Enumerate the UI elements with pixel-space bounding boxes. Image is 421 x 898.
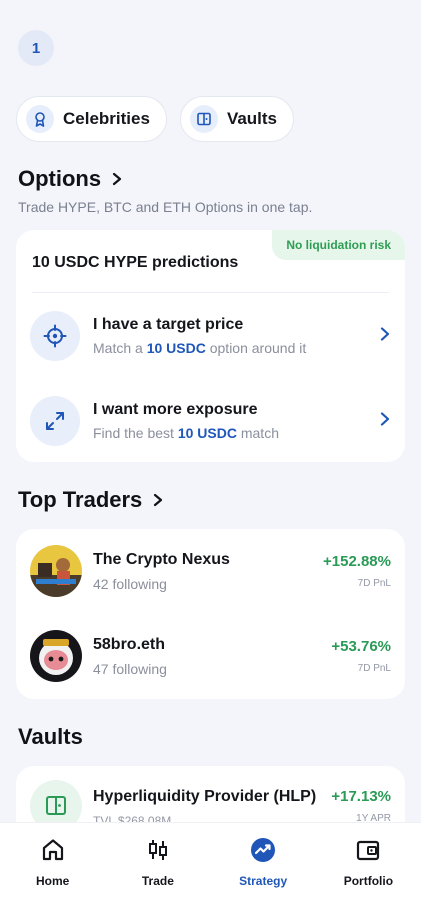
- option-title: I have a target price: [93, 316, 244, 333]
- award-icon: [26, 105, 54, 133]
- chevron-right-icon: [152, 487, 164, 513]
- target-price-option[interactable]: I have a target price Match a 10 USDC op…: [30, 307, 391, 365]
- strategy-icon: [250, 837, 276, 868]
- crosshair-icon: [30, 311, 80, 361]
- top-traders-section-header[interactable]: Top Traders: [18, 487, 164, 513]
- nav-home[interactable]: Home: [5, 823, 101, 888]
- avatar: [30, 545, 82, 597]
- pnl-label: 7D PnL: [357, 663, 391, 674]
- home-icon: [40, 837, 66, 868]
- top-traders-title: Top Traders: [18, 487, 143, 512]
- option-title: I want more exposure: [93, 401, 258, 418]
- vaults-section-header[interactable]: Vaults: [18, 724, 83, 750]
- nav-strategy[interactable]: Strategy: [215, 823, 311, 888]
- wallet-icon: [355, 837, 381, 868]
- options-section-header[interactable]: Options: [18, 166, 123, 192]
- trader-row[interactable]: The Crypto Nexus 42 following +152.88% 7…: [30, 543, 391, 599]
- vaults-title: Vaults: [18, 724, 83, 749]
- trader-following: 47 following: [93, 660, 167, 677]
- trader-name: The Crypto Nexus: [93, 550, 230, 568]
- category-chips: Celebrities Vaults: [16, 96, 295, 142]
- options-title: Options: [18, 166, 102, 191]
- chevron-right-icon: [111, 166, 123, 192]
- chevron-right-icon: [379, 411, 391, 432]
- options-card-title: 10 USDC HYPE predictions: [32, 254, 239, 271]
- expand-icon: [30, 396, 80, 446]
- celebrities-chip[interactable]: Celebrities: [16, 96, 167, 142]
- trader-name: 58bro.eth: [93, 635, 166, 653]
- vault-name: Hyperliquidity Provider (HLP): [93, 788, 317, 805]
- divider: [32, 292, 389, 293]
- nav-portfolio[interactable]: Portfolio: [320, 823, 416, 888]
- nav-label: Home: [35, 874, 70, 888]
- avatar: [30, 630, 82, 682]
- nav-trade[interactable]: Trade: [110, 823, 206, 888]
- options-subtitle: Trade HYPE, BTC and ETH Options in one t…: [18, 199, 313, 215]
- option-subtitle: Match a 10 USDC option around it: [93, 340, 307, 356]
- trader-pnl: +53.76%: [331, 638, 391, 655]
- vault-icon: [189, 105, 218, 133]
- celebrities-chip-label: Celebrities: [63, 109, 150, 128]
- more-exposure-option[interactable]: I want more exposure Find the best 10 US…: [30, 392, 391, 450]
- trade-icon: [145, 837, 171, 868]
- top-traders-card: The Crypto Nexus 42 following +152.88% 7…: [16, 529, 405, 699]
- page-number-badge[interactable]: 1: [18, 30, 54, 66]
- trader-row[interactable]: 58bro.eth 47 following +53.76% 7D PnL: [30, 628, 391, 684]
- bottom-nav: Home Trade Strategy Portfolio: [0, 822, 421, 898]
- nav-label: Strategy: [239, 874, 288, 888]
- options-card: No liquidation risk 10 USDC HYPE predict…: [16, 230, 405, 462]
- chevron-right-icon: [379, 326, 391, 347]
- nav-label: Trade: [141, 874, 174, 888]
- vault-apr: +17.13%: [331, 788, 391, 805]
- pnl-label: 7D PnL: [357, 578, 391, 589]
- trader-following: 42 following: [93, 575, 167, 592]
- vaults-chip[interactable]: Vaults: [179, 96, 295, 142]
- nav-label: Portfolio: [343, 874, 394, 888]
- no-liquidation-badge: No liquidation risk: [272, 230, 405, 260]
- vaults-chip-label: Vaults: [226, 109, 278, 128]
- option-subtitle: Find the best 10 USDC match: [93, 425, 279, 441]
- trader-pnl: +152.88%: [323, 553, 391, 570]
